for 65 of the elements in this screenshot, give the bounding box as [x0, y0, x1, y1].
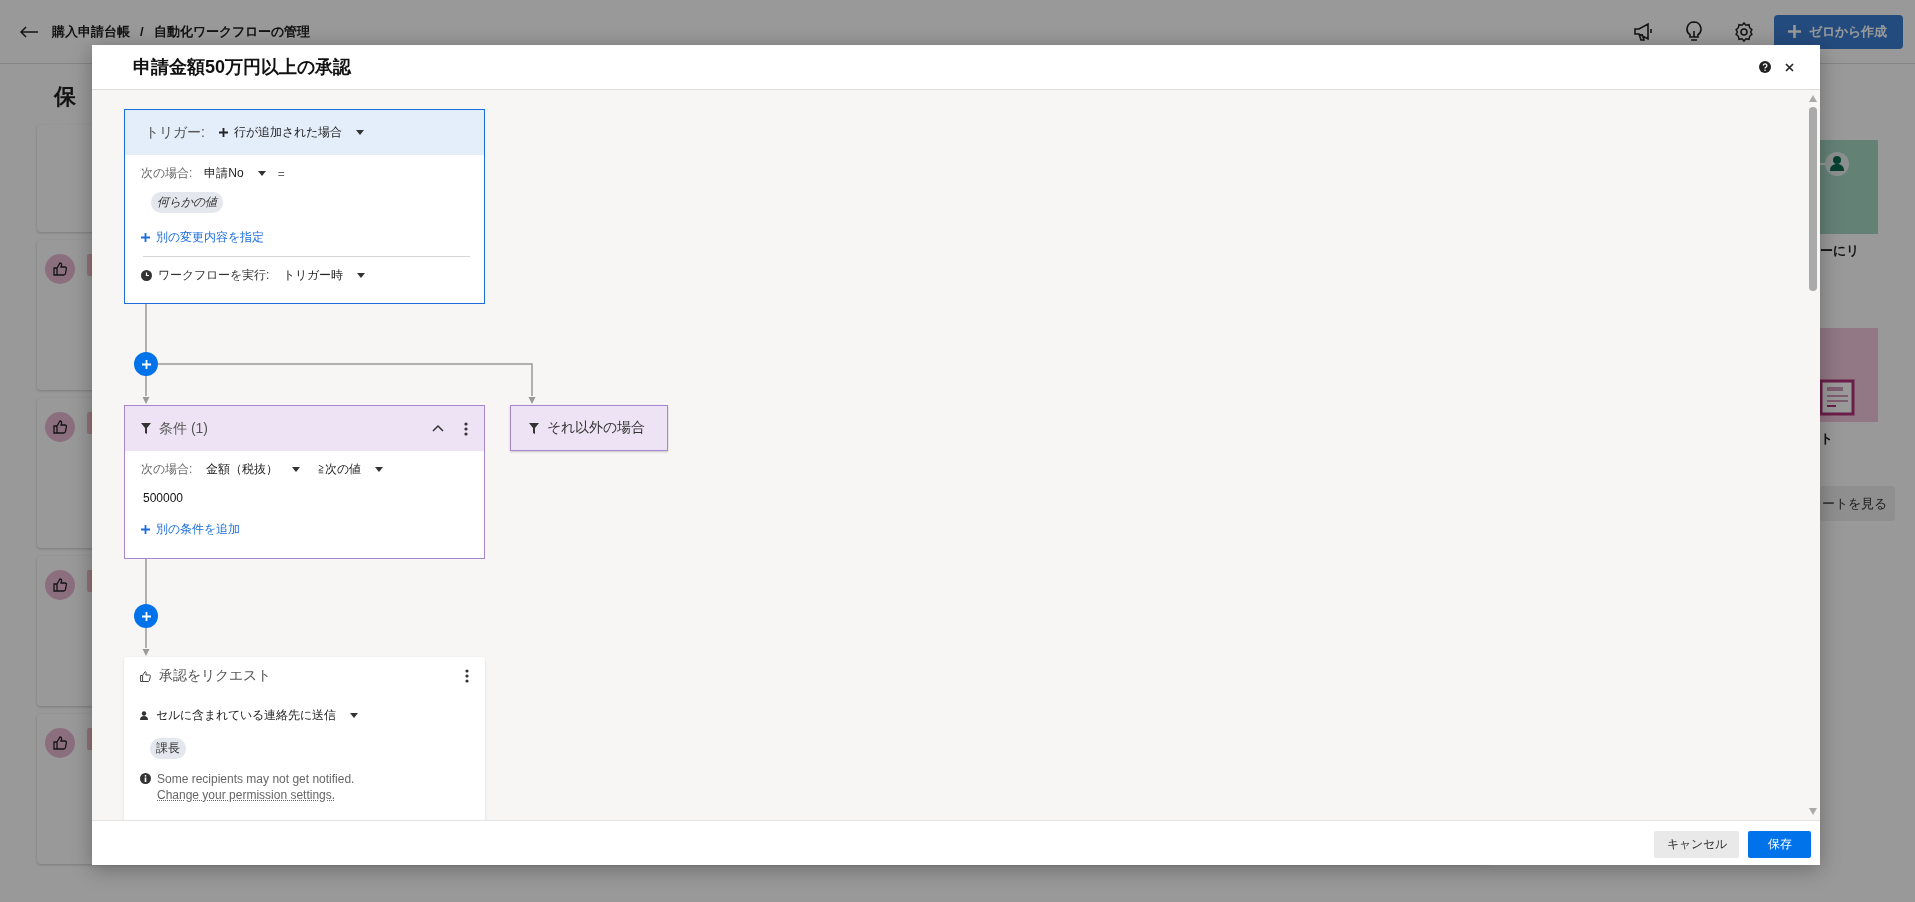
plus-icon: [141, 233, 150, 242]
thumbs-up-icon: [45, 728, 75, 758]
template-title: ーにリ: [1820, 242, 1859, 260]
condition-label: 次の場合:: [141, 461, 193, 478]
add-condition-link[interactable]: 別の条件を追加: [141, 521, 468, 538]
thumbs-up-icon: [45, 570, 75, 600]
person-icon: [140, 711, 148, 720]
otherwise-title: それ以外の場合: [547, 419, 645, 437]
megaphone-icon[interactable]: [1633, 21, 1655, 42]
add-step-button[interactable]: [134, 352, 158, 376]
help-icon[interactable]: [1759, 61, 1771, 73]
column-dropdown[interactable]: 申請No: [204, 165, 266, 182]
info-icon: [140, 773, 151, 784]
add-step-button[interactable]: [134, 604, 158, 628]
template-title: ト: [1820, 430, 1833, 448]
page-title: 自動化ワークフローの管理: [153, 22, 310, 41]
approval-title: 承認をリクエスト: [159, 667, 271, 685]
dialog-title: 申請金額50万円以上の承認: [133, 56, 353, 79]
more-options-icon[interactable]: [464, 421, 468, 436]
section-heading: 保: [54, 83, 77, 111]
light-bulb-icon[interactable]: [1686, 20, 1702, 43]
otherwise-card[interactable]: それ以外の場合: [510, 405, 668, 451]
caret-icon: [350, 713, 358, 718]
back-arrow-icon[interactable]: [20, 25, 38, 38]
more-options-icon[interactable]: [465, 669, 469, 683]
plus-icon: [1788, 25, 1801, 38]
contact-chip: 課長: [150, 738, 186, 759]
permission-warning: Some recipients may not get notified. Change your permission settings.: [157, 771, 356, 803]
caret-icon: [355, 130, 364, 135]
plus-icon: [141, 525, 150, 534]
breadcrumb-link[interactable]: 購入申請台帳: [52, 22, 130, 41]
run-timing-dropdown[interactable]: トリガー時: [283, 267, 366, 284]
condition-title: 条件 (1): [159, 419, 208, 438]
permission-settings-link[interactable]: Change your permission settings.: [157, 787, 336, 803]
thumbs-up-icon: [140, 670, 151, 682]
close-icon[interactable]: [1785, 62, 1794, 72]
trigger-event-dropdown[interactable]: 行が追加された場合: [218, 124, 364, 141]
save-button[interactable]: 保存: [1748, 830, 1811, 858]
operator-dropdown[interactable]: ≧次の値: [318, 461, 384, 478]
caret-icon: [257, 171, 266, 176]
plus-icon: [141, 611, 151, 621]
chevron-icon[interactable]: [432, 424, 444, 433]
thumbs-up-icon: [45, 254, 75, 284]
trigger-label: トリガー:: [145, 123, 205, 142]
plus-icon: [218, 128, 228, 137]
column-dropdown[interactable]: 金額（税抜）: [206, 461, 301, 478]
settings-icon[interactable]: [1734, 21, 1754, 42]
add-change-link[interactable]: 別の変更内容を指定: [141, 229, 468, 246]
cancel-button[interactable]: キャンセル: [1654, 830, 1739, 858]
breadcrumb-separator: /: [140, 24, 144, 39]
thumbs-up-icon: [45, 412, 75, 442]
clock-icon: [141, 270, 152, 281]
filter-icon: [141, 423, 151, 434]
filter-icon: [529, 422, 539, 434]
value-field[interactable]: 500000: [143, 491, 468, 505]
operator-label: =: [277, 166, 285, 181]
condition-label: 次の場合:: [141, 165, 193, 182]
caret-icon: [292, 467, 301, 472]
caret-icon: [375, 467, 384, 472]
recipient-dropdown[interactable]: セルに含まれている連絡先に送信: [140, 707, 469, 724]
plus-icon: [141, 359, 151, 369]
run-workflow-label: ワークフローを実行:: [158, 267, 270, 284]
caret-icon: [357, 273, 366, 278]
view-templates-button[interactable]: ートを見る: [1820, 486, 1895, 521]
value-chip: 何らかの値: [151, 192, 223, 213]
